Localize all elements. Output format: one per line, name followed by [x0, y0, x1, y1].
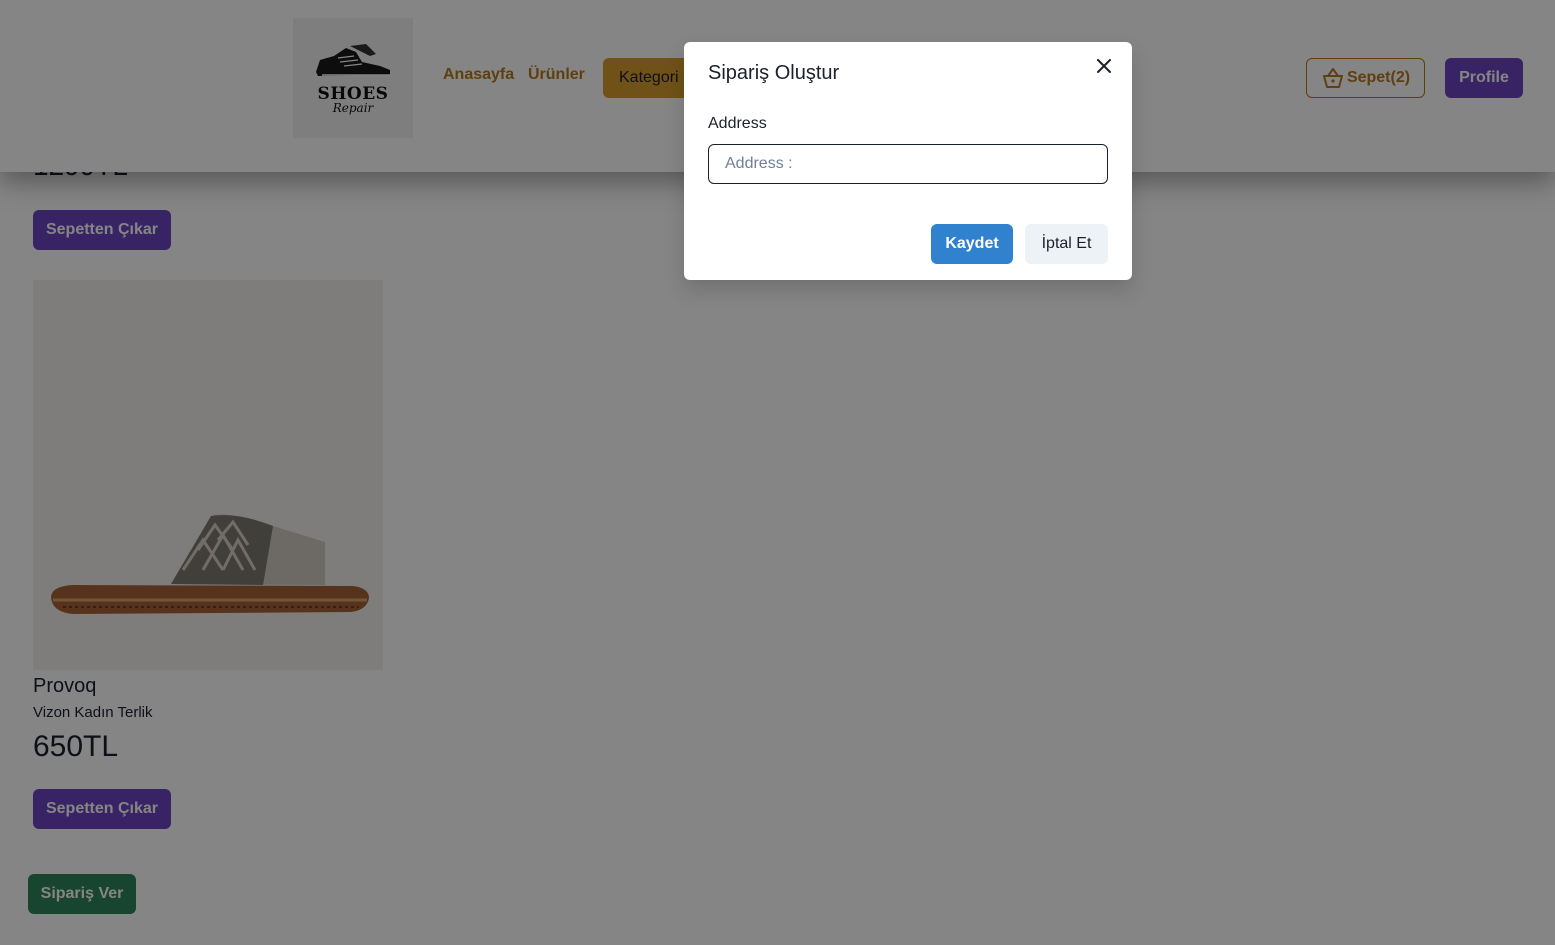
- address-label: Address: [708, 115, 767, 132]
- save-button[interactable]: Kaydet: [931, 224, 1013, 264]
- close-modal-button[interactable]: [1092, 54, 1116, 78]
- cancel-button-label: İptal Et: [1041, 235, 1092, 252]
- create-order-modal: Sipariş Oluştur Address Kaydet İptal Et: [684, 42, 1132, 280]
- modal-title: Sipariş Oluştur: [708, 62, 840, 84]
- address-input[interactable]: [708, 144, 1108, 184]
- save-button-label: Kaydet: [945, 235, 999, 252]
- cancel-button[interactable]: İptal Et: [1025, 224, 1108, 264]
- close-icon: [1097, 59, 1111, 73]
